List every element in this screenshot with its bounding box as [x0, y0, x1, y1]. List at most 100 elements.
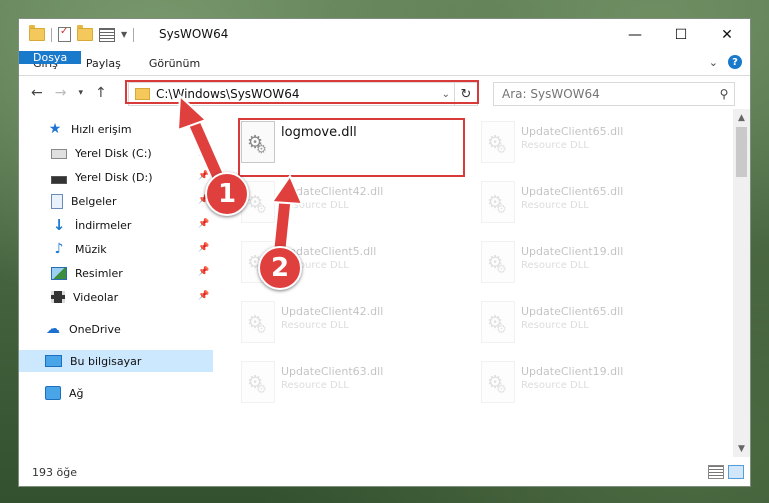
- dll-file-icon: [481, 121, 515, 163]
- help-icon[interactable]: ?: [728, 55, 742, 69]
- title-bar: ▼ SysWOW64 — ☐ ✕: [19, 19, 750, 51]
- properties-icon[interactable]: [58, 26, 71, 42]
- file-item[interactable]: UpdateClient65.dll Resource DLL: [481, 121, 623, 163]
- sidebar-item-label: Ağ: [69, 386, 84, 400]
- file-type: Resource DLL: [521, 320, 589, 331]
- sidebar-item-label: Yerel Disk (C:): [75, 146, 152, 160]
- file-name: UpdateClient42.dll: [281, 305, 384, 318]
- status-bar: 193 öğe: [19, 458, 750, 486]
- scrollbar-thumb[interactable]: [736, 127, 747, 177]
- tab-view[interactable]: Görünüm: [135, 51, 214, 75]
- file-name: UpdateClient19.dll: [521, 365, 624, 378]
- file-item[interactable]: UpdateClient65.dll Resource DLL: [481, 301, 623, 343]
- file-item[interactable]: UpdateClient19.dll Resource DLL: [481, 361, 623, 403]
- dll-file-icon: [241, 361, 275, 403]
- computer-icon: [45, 355, 62, 367]
- item-count: 193 öğe: [32, 465, 77, 479]
- navigation-pane: ★ Hızlı erişim Yerel Disk (C:) 📌 Yerel D…: [19, 109, 213, 457]
- divider: [133, 27, 135, 42]
- file-item[interactable]: UpdateClient65.dll Resource DLL: [481, 181, 623, 223]
- sidebar-item-label: Hızlı erişim: [71, 122, 132, 136]
- cloud-icon: ☁: [46, 321, 60, 337]
- search-box[interactable]: ⚲: [493, 82, 735, 106]
- up-arrow-icon[interactable]: ↑: [95, 85, 107, 101]
- tab-file[interactable]: Dosya: [19, 51, 82, 64]
- maximize-button[interactable]: ☐: [658, 19, 704, 51]
- large-icons-view-icon[interactable]: [728, 465, 744, 479]
- dll-file-icon: [481, 361, 515, 403]
- sidebar-item-label: Videolar: [73, 290, 119, 304]
- sidebar-item-quick-access[interactable]: ★ Hızlı erişim: [47, 118, 132, 140]
- sidebar-item-network[interactable]: Ağ: [45, 382, 84, 404]
- pin-icon[interactable]: 📌: [198, 171, 209, 181]
- file-name: UpdateClient19.dll: [521, 245, 624, 258]
- sidebar-item-label: Resimler: [75, 266, 123, 280]
- pin-icon[interactable]: 📌: [198, 243, 209, 253]
- file-item[interactable]: UpdateClient19.dll Resource DLL: [481, 241, 623, 283]
- scroll-up-icon[interactable]: ▲: [733, 109, 750, 126]
- music-icon: ♪: [54, 241, 64, 257]
- sidebar-item-this-pc[interactable]: Bu bilgisayar: [19, 350, 213, 372]
- quick-access-toolbar: ▼: [29, 25, 135, 42]
- step-badge-2: 2: [258, 246, 302, 290]
- minimize-button[interactable]: —: [612, 19, 658, 51]
- sidebar-item-label: Bu bilgisayar: [70, 354, 142, 368]
- sidebar-item-disk-d[interactable]: Yerel Disk (D:): [51, 166, 153, 188]
- drive-icon: [51, 149, 67, 159]
- sidebar-item-documents[interactable]: Belgeler: [51, 190, 116, 212]
- pin-icon[interactable]: 📌: [198, 219, 209, 229]
- file-item[interactable]: UpdateClient42.dll Resource DLL: [241, 181, 383, 223]
- vertical-scrollbar[interactable]: ▲ ▼: [733, 109, 750, 457]
- recent-locations-icon[interactable]: ▾: [78, 85, 83, 101]
- file-name: UpdateClient65.dll: [521, 125, 624, 138]
- close-button[interactable]: ✕: [704, 19, 750, 51]
- dll-file-icon: [481, 301, 515, 343]
- file-item[interactable]: UpdateClient42.dll Resource DLL: [241, 301, 383, 343]
- sidebar-item-label: Müzik: [75, 242, 107, 256]
- file-type: Resource DLL: [281, 380, 349, 391]
- search-icon[interactable]: ⚲: [714, 87, 734, 101]
- address-highlight-box: [125, 80, 479, 104]
- videos-icon: [51, 291, 65, 303]
- pin-icon[interactable]: 📌: [198, 291, 209, 301]
- sidebar-item-music[interactable]: ♪ Müzik: [51, 238, 107, 260]
- drive-icon: [51, 176, 67, 184]
- file-name: UpdateClient63.dll: [281, 365, 384, 378]
- sidebar-item-label: İndirmeler: [75, 218, 132, 232]
- file-name: UpdateClient65.dll: [521, 305, 624, 318]
- step-badge-1: 1: [205, 172, 249, 216]
- sidebar-item-downloads[interactable]: ↓ İndirmeler: [51, 214, 132, 236]
- file-type: Resource DLL: [521, 380, 589, 391]
- navigation-bar: ← → ▾ ↑ C:\Windows\SysWOW64 ⌄ ↻ ⚲: [19, 76, 750, 110]
- sidebar-item-pictures[interactable]: Resimler: [51, 262, 123, 284]
- sidebar-item-videos[interactable]: Videolar: [51, 286, 118, 308]
- dll-file-icon: [481, 241, 515, 283]
- new-folder-icon[interactable]: [77, 25, 93, 41]
- search-input[interactable]: [494, 86, 714, 102]
- divider: [51, 27, 52, 42]
- view-icon[interactable]: [99, 27, 115, 42]
- details-view-icon[interactable]: [708, 465, 724, 479]
- chevron-down-icon[interactable]: ▼: [121, 30, 127, 39]
- file-item[interactable]: UpdateClient63.dll Resource DLL: [241, 361, 383, 403]
- folder-icon[interactable]: [29, 25, 45, 41]
- pin-icon[interactable]: 📌: [198, 267, 209, 277]
- back-arrow-icon[interactable]: ←: [31, 85, 43, 101]
- scroll-down-icon[interactable]: ▼: [733, 440, 750, 457]
- pin-icon[interactable]: 📌: [198, 147, 209, 157]
- star-icon: ★: [48, 121, 62, 137]
- explorer-window: ▼ SysWOW64 — ☐ ✕ Dosya Giriş Paylaş Görü…: [19, 19, 750, 486]
- network-icon: [45, 386, 61, 400]
- sidebar-item-disk-c[interactable]: Yerel Disk (C:): [51, 142, 152, 164]
- file-name: UpdateClient42.dll: [281, 185, 384, 198]
- expand-ribbon-icon[interactable]: ⌄: [709, 56, 718, 69]
- documents-icon: [51, 193, 63, 209]
- file-highlight-box: [238, 118, 465, 177]
- file-name: UpdateClient65.dll: [521, 185, 624, 198]
- sidebar-item-onedrive[interactable]: ☁ OneDrive: [45, 318, 121, 340]
- ribbon-tabs: Dosya Giriş Paylaş Görünüm ⌄ ?: [19, 51, 750, 76]
- main-area: ★ Hızlı erişim Yerel Disk (C:) 📌 Yerel D…: [19, 109, 750, 457]
- tab-share[interactable]: Paylaş: [72, 51, 135, 75]
- forward-arrow-icon[interactable]: →: [55, 85, 67, 101]
- file-type: Resource DLL: [521, 140, 589, 151]
